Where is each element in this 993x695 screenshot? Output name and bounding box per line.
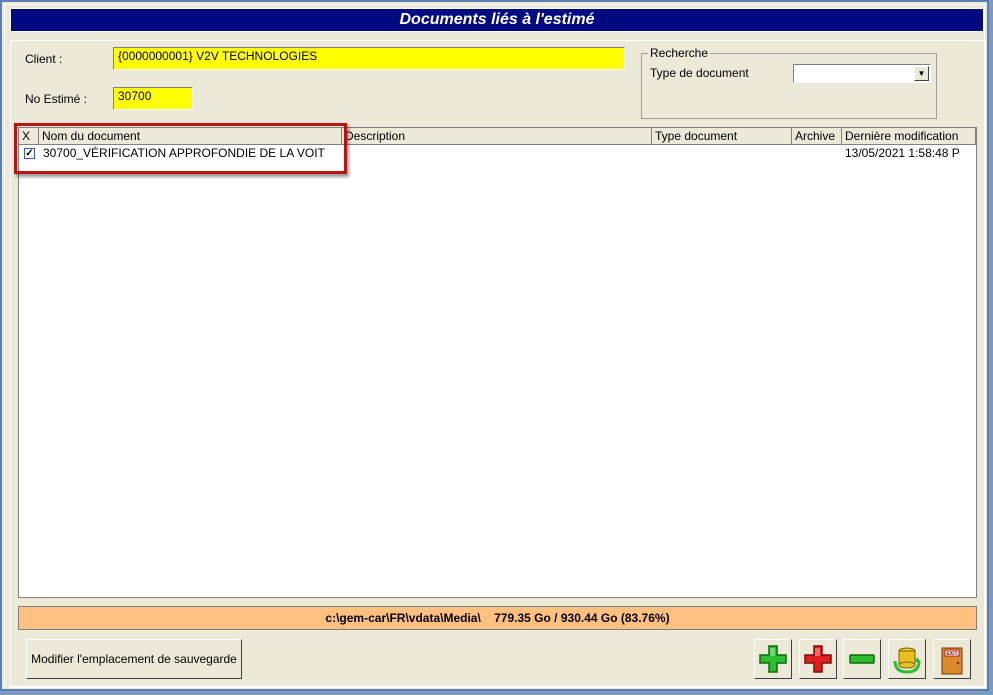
exit-label: EXIT bbox=[946, 651, 957, 657]
search-group-title: Recherche bbox=[648, 46, 711, 60]
doc-type-select[interactable]: ▼ bbox=[793, 64, 931, 83]
database-sync-icon bbox=[893, 647, 921, 674]
chevron-down-icon[interactable]: ▼ bbox=[914, 66, 929, 81]
remove-icon bbox=[849, 654, 875, 664]
delete-icon bbox=[804, 645, 832, 673]
col-header-modified[interactable]: Dernière modification bbox=[842, 128, 976, 145]
estimate-label: No Estimé : bbox=[25, 92, 88, 106]
add-button[interactable] bbox=[754, 639, 792, 679]
row-checkbox[interactable]: ✓ bbox=[24, 148, 35, 159]
col-header-select[interactable]: X bbox=[19, 128, 39, 145]
estimate-field[interactable]: 30700 bbox=[113, 87, 193, 110]
col-header-type[interactable]: Type document bbox=[652, 128, 792, 145]
remove-button[interactable] bbox=[843, 639, 881, 679]
row-modified: 13/05/2021 1:58:48 P bbox=[845, 146, 960, 160]
doc-type-label: Type de document bbox=[650, 66, 749, 80]
sync-button[interactable] bbox=[888, 639, 926, 679]
row-archive bbox=[795, 145, 840, 162]
add-icon bbox=[759, 645, 787, 673]
row-description bbox=[345, 145, 650, 162]
row-type bbox=[655, 145, 790, 162]
client-field[interactable]: {0000000001} V2V TECHNOLOGIES bbox=[113, 47, 625, 70]
col-header-description[interactable]: Description bbox=[342, 128, 652, 145]
exit-button[interactable]: EXIT bbox=[933, 639, 971, 679]
storage-status-bar: c:\gem-car\FR\vdata\Media\ 779.35 Go / 9… bbox=[18, 606, 977, 630]
exit-door-icon: EXIT bbox=[941, 647, 963, 675]
modify-location-button[interactable]: Modifier l'emplacement de sauvegarde bbox=[26, 639, 242, 679]
col-header-archive[interactable]: Archive bbox=[792, 128, 842, 145]
documents-table: X Nom du document Description Type docum… bbox=[18, 127, 977, 598]
doc-type-value bbox=[794, 67, 797, 81]
delete-button[interactable] bbox=[799, 639, 837, 679]
col-header-name[interactable]: Nom du document bbox=[39, 128, 342, 145]
client-label: Client : bbox=[25, 52, 63, 66]
search-group bbox=[641, 53, 937, 119]
window-title: Documents liés à l'estimé bbox=[10, 8, 984, 32]
row-document-name: 30700_VÉRIFICATION APPROFONDIE DE LA VOI… bbox=[43, 146, 325, 160]
